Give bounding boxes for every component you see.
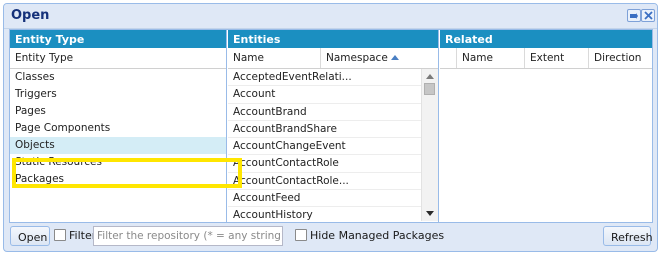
list-item-packages[interactable]: Packages: [10, 171, 226, 188]
column-name-label: Name: [233, 52, 264, 64]
entity-type-columns: Entity Type: [10, 48, 226, 69]
list-item-static-resources[interactable]: Static Resources: [10, 154, 226, 171]
list-item-objects[interactable]: Objects: [10, 137, 226, 154]
table-row[interactable]: AccountContactRole: [228, 155, 421, 173]
list-item-triggers[interactable]: Triggers: [10, 86, 226, 103]
panels-area: Entity Type Entity Type Classes Triggers…: [9, 29, 653, 223]
entities-panel: Entities Name Namespace AcceptedEventRel…: [228, 30, 439, 222]
scroll-thumb[interactable]: [424, 83, 435, 95]
bottom-toolbar: Open Filter Filter the repository (* = a…: [9, 226, 653, 248]
column-namespace-label: Namespace: [326, 52, 388, 64]
hide-managed-packages-checkbox[interactable]: [295, 229, 307, 241]
table-row[interactable]: AccountBrand: [228, 104, 421, 121]
scroll-up-icon[interactable]: [426, 74, 434, 79]
table-row[interactable]: AcceptedEventRelati...: [228, 69, 421, 87]
filter-input[interactable]: Filter the repository (* = any string): [93, 226, 283, 246]
column-name[interactable]: Name: [228, 48, 321, 68]
refresh-button[interactable]: Refresh: [603, 226, 653, 246]
list-item-classes[interactable]: Classes: [10, 69, 226, 86]
entities-scrollbar[interactable]: [421, 69, 438, 221]
filter-checkbox[interactable]: [54, 229, 66, 241]
open-dialog: Open Entity Type Entity Type Classes Tri…: [3, 3, 658, 252]
sort-ascending-icon: [390, 54, 399, 60]
open-button[interactable]: Open: [10, 226, 50, 246]
entities-list: AcceptedEventRelati... Account AccountBr…: [228, 69, 421, 222]
column-direction[interactable]: Direction: [589, 48, 652, 68]
related-columns: Name Extent Direction: [440, 48, 652, 69]
related-header: Related: [440, 30, 652, 48]
entities-columns: Name Namespace: [228, 48, 438, 69]
column-namespace[interactable]: Namespace: [321, 48, 421, 68]
related-panel: Related Name Extent Direction: [440, 30, 652, 222]
entities-header: Entities: [228, 30, 438, 48]
entity-type-panel: Entity Type Entity Type Classes Triggers…: [10, 30, 227, 222]
entity-type-header: Entity Type: [10, 30, 226, 48]
table-row[interactable]: Account: [228, 86, 421, 104]
table-row[interactable]: AccountBrandShare: [228, 121, 421, 139]
dialog-title: Open: [11, 8, 50, 23]
column-entity-type[interactable]: Entity Type: [10, 48, 226, 68]
scroll-down-icon[interactable]: [426, 211, 434, 216]
column-related-name[interactable]: Name: [457, 48, 525, 68]
entity-type-list: Classes Triggers Pages Page Components O…: [10, 69, 226, 188]
hide-managed-packages-label: Hide Managed Packages: [310, 229, 445, 242]
table-row[interactable]: AccountHistory: [228, 207, 421, 222]
title-bar: Open: [4, 4, 657, 29]
table-row[interactable]: AccountChangeEvent: [228, 138, 421, 156]
table-row[interactable]: AccountFeed: [228, 190, 421, 208]
pin-icon[interactable]: [627, 9, 641, 22]
column-spacer: [440, 48, 457, 68]
list-item-pages[interactable]: Pages: [10, 103, 226, 120]
close-icon[interactable]: [641, 9, 655, 22]
list-item-page-components[interactable]: Page Components: [10, 120, 226, 137]
column-extent[interactable]: Extent: [525, 48, 589, 68]
table-row[interactable]: AccountContactRole...: [228, 173, 421, 191]
